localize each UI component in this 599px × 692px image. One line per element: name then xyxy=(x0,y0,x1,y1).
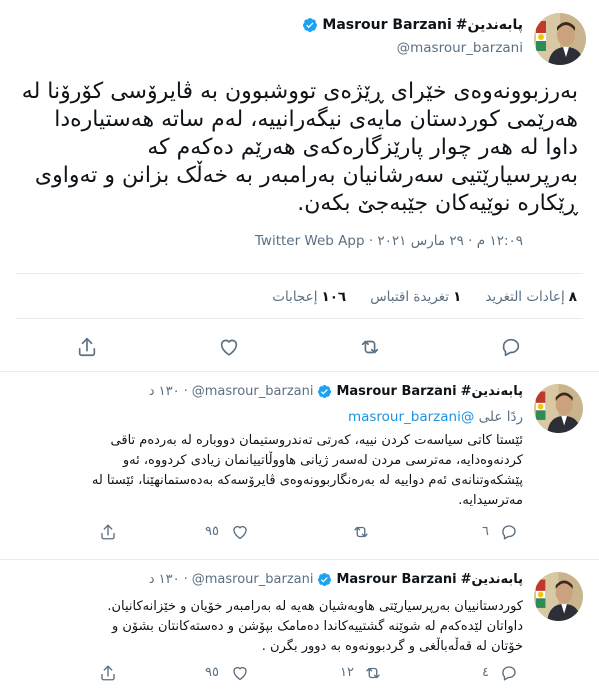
retweet-count: ١٢ xyxy=(340,665,354,680)
main-author-name[interactable]: Masrour Barzani #پابەندین xyxy=(302,17,523,33)
tweet-text-line: مەترسیدایە. xyxy=(458,493,523,508)
avatar[interactable] xyxy=(534,384,583,433)
retweet-icon[interactable] xyxy=(352,523,370,541)
likes-stat[interactable]: ١٠٦إعجابات xyxy=(272,289,346,305)
tweet-stats: ٨إعادات التغريد ١تغريدة اقتباس ١٠٦إعجابا… xyxy=(272,289,577,305)
reply-count: ٤ xyxy=(482,665,489,680)
author-handle[interactable]: @masrour_barzani xyxy=(192,384,314,399)
main-tweet: Masrour Barzani #پابەندین @masrour_barza… xyxy=(0,0,599,372)
tweet-date[interactable]: ٢٩ مارس ٢٠٢١ xyxy=(377,233,463,249)
tweet-text-line: کوردستانییان بەرپرسیارێتی هاوبەشیان هەیە… xyxy=(107,599,523,614)
like-icon[interactable] xyxy=(231,664,249,682)
reply-tweet[interactable]: ١٣٠ د · @masrour_barzani Masrour Barzani… xyxy=(0,560,599,692)
verified-badge-icon xyxy=(318,384,332,399)
tweet-text: بەرزبوونەوەی خێرای ڕێژەی تووشبوون بە ڤای… xyxy=(22,78,578,218)
replying-to-link[interactable]: @masrour_barzani xyxy=(348,409,474,425)
divider xyxy=(16,273,583,274)
reply-icon[interactable] xyxy=(500,664,518,682)
reply-tweet[interactable]: ١٣٠ د · @masrour_barzani Masrour Barzani… xyxy=(0,372,599,560)
like-icon[interactable] xyxy=(231,523,249,541)
reply-header: ١٣٠ د · @masrour_barzani Masrour Barzani… xyxy=(148,384,523,399)
tweet-age[interactable]: ١٣٠ د xyxy=(149,384,180,399)
verified-badge-icon xyxy=(303,18,318,32)
tweet-timestamp[interactable]: ١٢:٠٩ م · ٢٩ مارس ٢٠٢١ · Twitter Web App xyxy=(255,233,523,249)
reply-count: ٦ xyxy=(482,524,489,539)
display-name: Masrour Barzani xyxy=(322,17,452,33)
share-icon[interactable] xyxy=(99,523,117,541)
hashtag-prefix: #پابەندین xyxy=(460,572,523,587)
author-handle[interactable]: @masrour_barzani xyxy=(192,572,314,587)
retweet-icon[interactable] xyxy=(364,664,382,682)
like-count: ٩٥ xyxy=(205,665,219,680)
verified-badge-icon xyxy=(318,572,332,587)
tweet-text-line: پێشکەوتنانەی ئەم دواییە لە بەرەنگاربوونە… xyxy=(91,473,523,488)
author-handle[interactable]: @masrour_barzani xyxy=(397,40,523,56)
tweet-time[interactable]: ١٢:٠٩ م xyxy=(477,233,523,249)
avatar[interactable] xyxy=(534,13,586,65)
share-icon[interactable] xyxy=(99,664,117,682)
tweet-text-line: بەرپرسیارێتیی سەرشانیان بەرامبەر بە خەڵک… xyxy=(34,163,578,188)
tweet-text: کوردستانییان بەرپرسیارێتی هاوبەشیان هەیە… xyxy=(18,597,523,657)
display-name[interactable]: Masrour Barzani xyxy=(336,384,456,399)
retweets-stat[interactable]: ٨إعادات التغريد xyxy=(485,289,577,305)
avatar[interactable] xyxy=(534,572,583,621)
divider xyxy=(16,318,583,319)
tweet-text-line: داوا لە هەر چوار پارێزگارەکەی هەرێم دەکە… xyxy=(147,135,578,160)
tweet-text-line: ئێستا کاتی سیاسەت کردن نییە، کەرتی تەندر… xyxy=(110,433,523,448)
hashtag-prefix: #پابەندین xyxy=(455,17,523,33)
tweet-text-line: داواتان لێدەکەم لە شوێنە گشتییەکاندا دەم… xyxy=(111,619,523,634)
tweet-text-line: هەرێمی کوردستان مایەی نیگەرانییە، لەم سا… xyxy=(54,107,578,132)
tweet-text-line: ڕێکارە نوێیەکان جێبەجێ بکەن. xyxy=(297,191,578,216)
tweet-age[interactable]: ١٣٠ د xyxy=(149,572,180,587)
tweet-text-line: بەرزبوونەوەی خێرای ڕێژەی تووشبوون بە ڤای… xyxy=(21,79,578,104)
reply-icon[interactable] xyxy=(500,523,518,541)
tweet-text-line: کردنەوەدایە، مەترسی مردن لەسەر ژیانی هاو… xyxy=(122,453,523,468)
quotes-stat[interactable]: ١تغريدة اقتباس xyxy=(370,289,461,305)
like-count: ٩٥ xyxy=(205,524,219,539)
reply-icon[interactable] xyxy=(500,336,522,358)
hashtag-prefix: #پابەندین xyxy=(460,384,523,399)
like-icon[interactable] xyxy=(218,336,240,358)
tweet-text: ئێستا کاتی سیاسەت کردن نییە، کەرتی تەندر… xyxy=(18,431,523,511)
tweet-source[interactable]: Twitter Web App xyxy=(255,233,365,249)
reply-header: ١٣٠ د · @masrour_barzani Masrour Barzani… xyxy=(148,572,523,587)
tweet-text-line: خۆتان لە قەڵەباڵغی و گردبوونەوە بە دوور … xyxy=(261,639,523,654)
replying-to: ردًا على @masrour_barzani xyxy=(347,409,523,425)
display-name[interactable]: Masrour Barzani xyxy=(336,572,456,587)
share-icon[interactable] xyxy=(76,336,98,358)
retweet-icon[interactable] xyxy=(359,336,381,358)
